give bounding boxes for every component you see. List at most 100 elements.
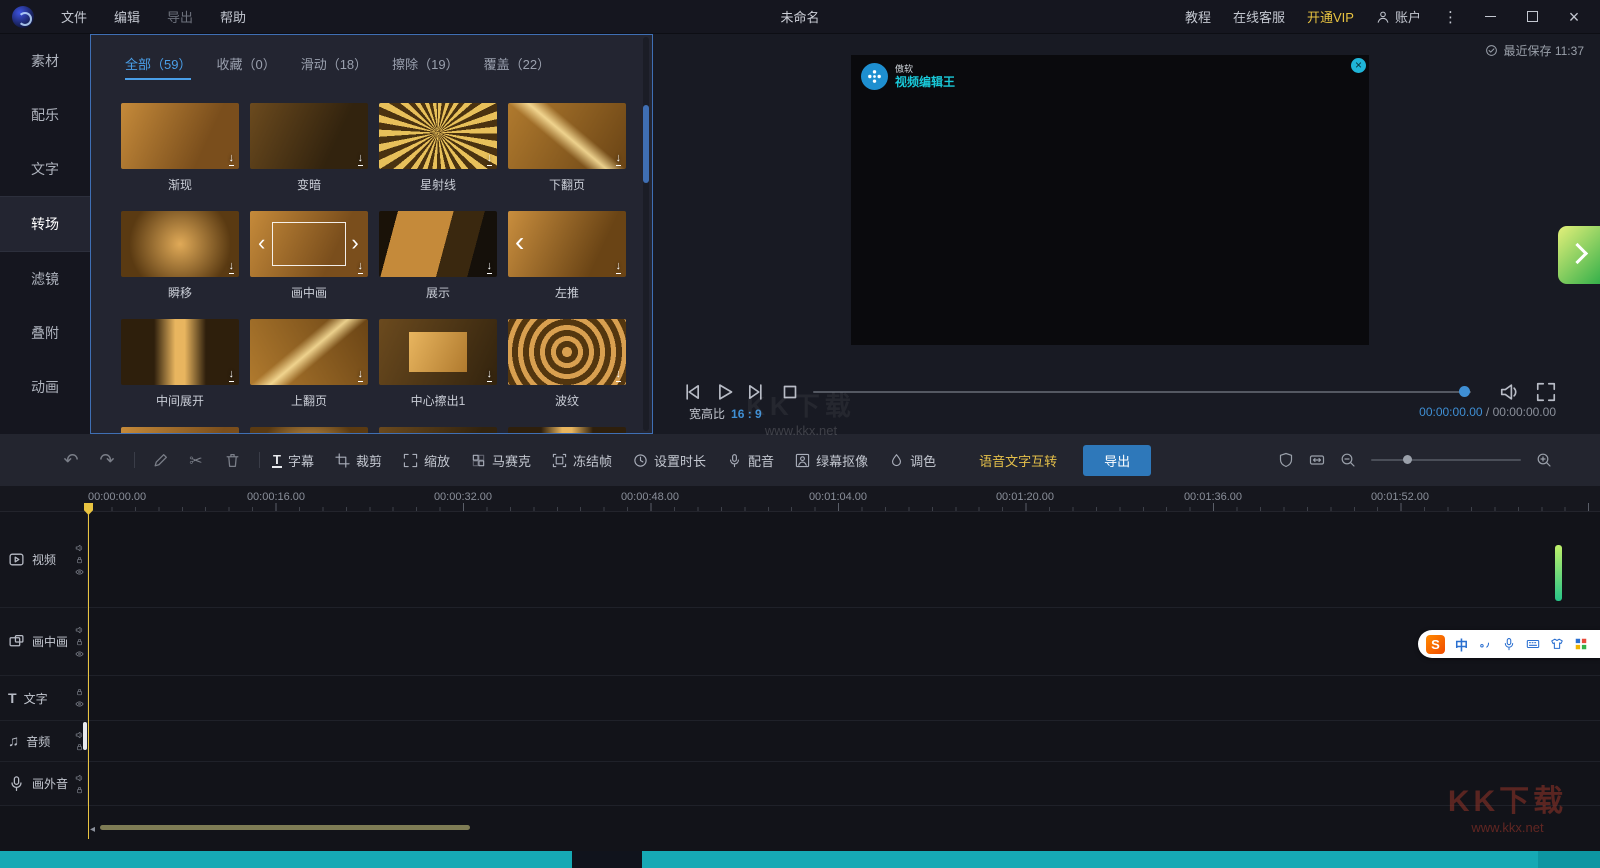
- lock-icon[interactable]: [75, 555, 84, 564]
- transition-thumbnail[interactable]: [121, 427, 239, 434]
- timeline-zoom-slider[interactable]: [1371, 459, 1521, 461]
- eye-icon[interactable]: [75, 649, 84, 658]
- watermark-close-icon[interactable]: [1351, 58, 1366, 73]
- ime-mic-icon[interactable]: [1502, 637, 1516, 651]
- transition-item[interactable]: 星射线: [379, 103, 497, 191]
- fit-timeline-icon[interactable]: [1309, 452, 1325, 468]
- stop-button[interactable]: [779, 381, 801, 403]
- fullscreen-icon[interactable]: [1535, 381, 1557, 403]
- transition-thumbnail[interactable]: [121, 319, 239, 385]
- dubbing-button[interactable]: 配音: [727, 451, 774, 470]
- preview-stage[interactable]: 傲软 视频编辑王: [851, 55, 1369, 345]
- transition-item[interactable]: 上翻页: [250, 319, 368, 407]
- tutorial-link[interactable]: 教程: [1185, 7, 1211, 26]
- pip-track-lane[interactable]: [88, 608, 1600, 675]
- transition-item[interactable]: 瞬移: [121, 211, 239, 299]
- transition-thumbnail[interactable]: [379, 319, 497, 385]
- transition-item[interactable]: [121, 427, 239, 434]
- split-button[interactable]: [183, 450, 209, 471]
- maximize-button[interactable]: [1522, 7, 1542, 27]
- transition-thumbnail[interactable]: [250, 211, 368, 277]
- track-header-video[interactable]: 视频: [0, 512, 88, 607]
- transition-item[interactable]: 画中画: [250, 211, 368, 299]
- transition-item[interactable]: 渐现: [121, 103, 239, 191]
- sidebar-item-animation[interactable]: 动画: [0, 360, 90, 414]
- download-icon[interactable]: [358, 153, 364, 166]
- text-track-lane[interactable]: [88, 676, 1600, 720]
- transition-item[interactable]: 中间展开: [121, 319, 239, 407]
- transition-item[interactable]: 波纹: [508, 319, 626, 407]
- download-icon[interactable]: [358, 261, 364, 274]
- zoom-out-icon[interactable]: [1340, 452, 1356, 468]
- timeline-ruler[interactable]: 00:00:00.00 00:00:16.00 00:00:32.00 00:0…: [0, 486, 1600, 512]
- ime-skin-icon[interactable]: [1550, 637, 1564, 651]
- download-icon[interactable]: [487, 261, 493, 274]
- track-header-pip[interactable]: 画中画: [0, 608, 88, 675]
- track-area-scrollbar[interactable]: [83, 722, 87, 750]
- tab-wipe[interactable]: 擦除（19）: [392, 54, 458, 80]
- eye-icon[interactable]: [75, 700, 84, 709]
- subtitle-button[interactable]: T 字幕: [272, 451, 314, 470]
- transition-thumbnail[interactable]: [121, 103, 239, 169]
- mute-icon[interactable]: [75, 773, 84, 782]
- transition-thumbnail[interactable]: [250, 427, 368, 434]
- mute-icon[interactable]: [75, 543, 84, 552]
- transition-thumbnail[interactable]: [508, 427, 626, 434]
- mosaic-button[interactable]: 马赛克: [471, 451, 531, 470]
- freeze-frame-button[interactable]: 冻结帧: [552, 451, 612, 470]
- transition-item[interactable]: [508, 427, 626, 434]
- track-header-voiceover[interactable]: 画外音: [0, 762, 88, 805]
- support-link[interactable]: 在线客服: [1233, 7, 1285, 26]
- next-frame-button[interactable]: [745, 381, 767, 403]
- transition-thumbnail[interactable]: [508, 103, 626, 169]
- download-icon[interactable]: [487, 153, 493, 166]
- transition-item[interactable]: 下翻页: [508, 103, 626, 191]
- transition-thumbnail[interactable]: [121, 211, 239, 277]
- menu-file[interactable]: 文件: [61, 7, 87, 26]
- transition-item[interactable]: [379, 427, 497, 434]
- transition-thumbnail[interactable]: [508, 211, 626, 277]
- playback-slider-track[interactable]: [813, 391, 1471, 393]
- minimize-button[interactable]: [1480, 7, 1500, 27]
- redo-button[interactable]: [94, 450, 120, 471]
- transition-thumbnail[interactable]: [379, 103, 497, 169]
- tab-favorites[interactable]: 收藏（0）: [216, 54, 275, 80]
- download-icon[interactable]: [616, 261, 622, 274]
- close-button[interactable]: [1564, 7, 1584, 27]
- lock-icon[interactable]: [75, 785, 84, 794]
- export-button[interactable]: 导出: [1083, 445, 1151, 476]
- color-grade-button[interactable]: 调色: [889, 451, 936, 470]
- lock-icon[interactable]: [75, 637, 84, 646]
- download-icon[interactable]: [229, 261, 235, 274]
- track-header-audio[interactable]: 音频: [0, 721, 88, 761]
- speech-to-text-button[interactable]: 语音文字互转: [979, 451, 1057, 470]
- video-track-lane[interactable]: [88, 512, 1600, 607]
- account-button[interactable]: 账户: [1376, 7, 1421, 26]
- undo-button[interactable]: [58, 450, 84, 471]
- sidebar-item-text[interactable]: 文字: [0, 142, 90, 196]
- chroma-key-button[interactable]: 绿幕抠像: [795, 451, 868, 470]
- zoom-in-icon[interactable]: [1536, 452, 1552, 468]
- menu-help[interactable]: 帮助: [220, 7, 246, 26]
- transition-thumbnail[interactable]: [379, 427, 497, 434]
- aspect-ratio[interactable]: 宽高比16 : 9: [689, 405, 762, 422]
- sidebar-item-media[interactable]: 素材: [0, 34, 90, 88]
- transition-thumbnail[interactable]: [379, 211, 497, 277]
- previous-frame-button[interactable]: [681, 381, 703, 403]
- panel-scrollbar[interactable]: [643, 37, 649, 431]
- sidebar-item-music[interactable]: 配乐: [0, 88, 90, 142]
- transition-thumbnail[interactable]: [250, 319, 368, 385]
- play-button[interactable]: [713, 381, 735, 403]
- transition-item[interactable]: 变暗: [250, 103, 368, 191]
- track-header-text[interactable]: 文字: [0, 676, 88, 720]
- ime-toolbox-icon[interactable]: [1574, 637, 1588, 651]
- shield-icon[interactable]: [1278, 452, 1294, 468]
- lock-icon[interactable]: [75, 688, 84, 697]
- transition-item[interactable]: 左推: [508, 211, 626, 299]
- timeline-vertical-scrollbar[interactable]: [1555, 545, 1562, 601]
- tab-all[interactable]: 全部（59）: [125, 54, 191, 80]
- sidebar-item-filters[interactable]: 滤镜: [0, 252, 90, 306]
- panel-scrollbar-thumb[interactable]: [643, 105, 649, 183]
- menu-export[interactable]: 导出: [167, 7, 193, 26]
- timeline-horizontal-scrollbar[interactable]: [100, 825, 470, 830]
